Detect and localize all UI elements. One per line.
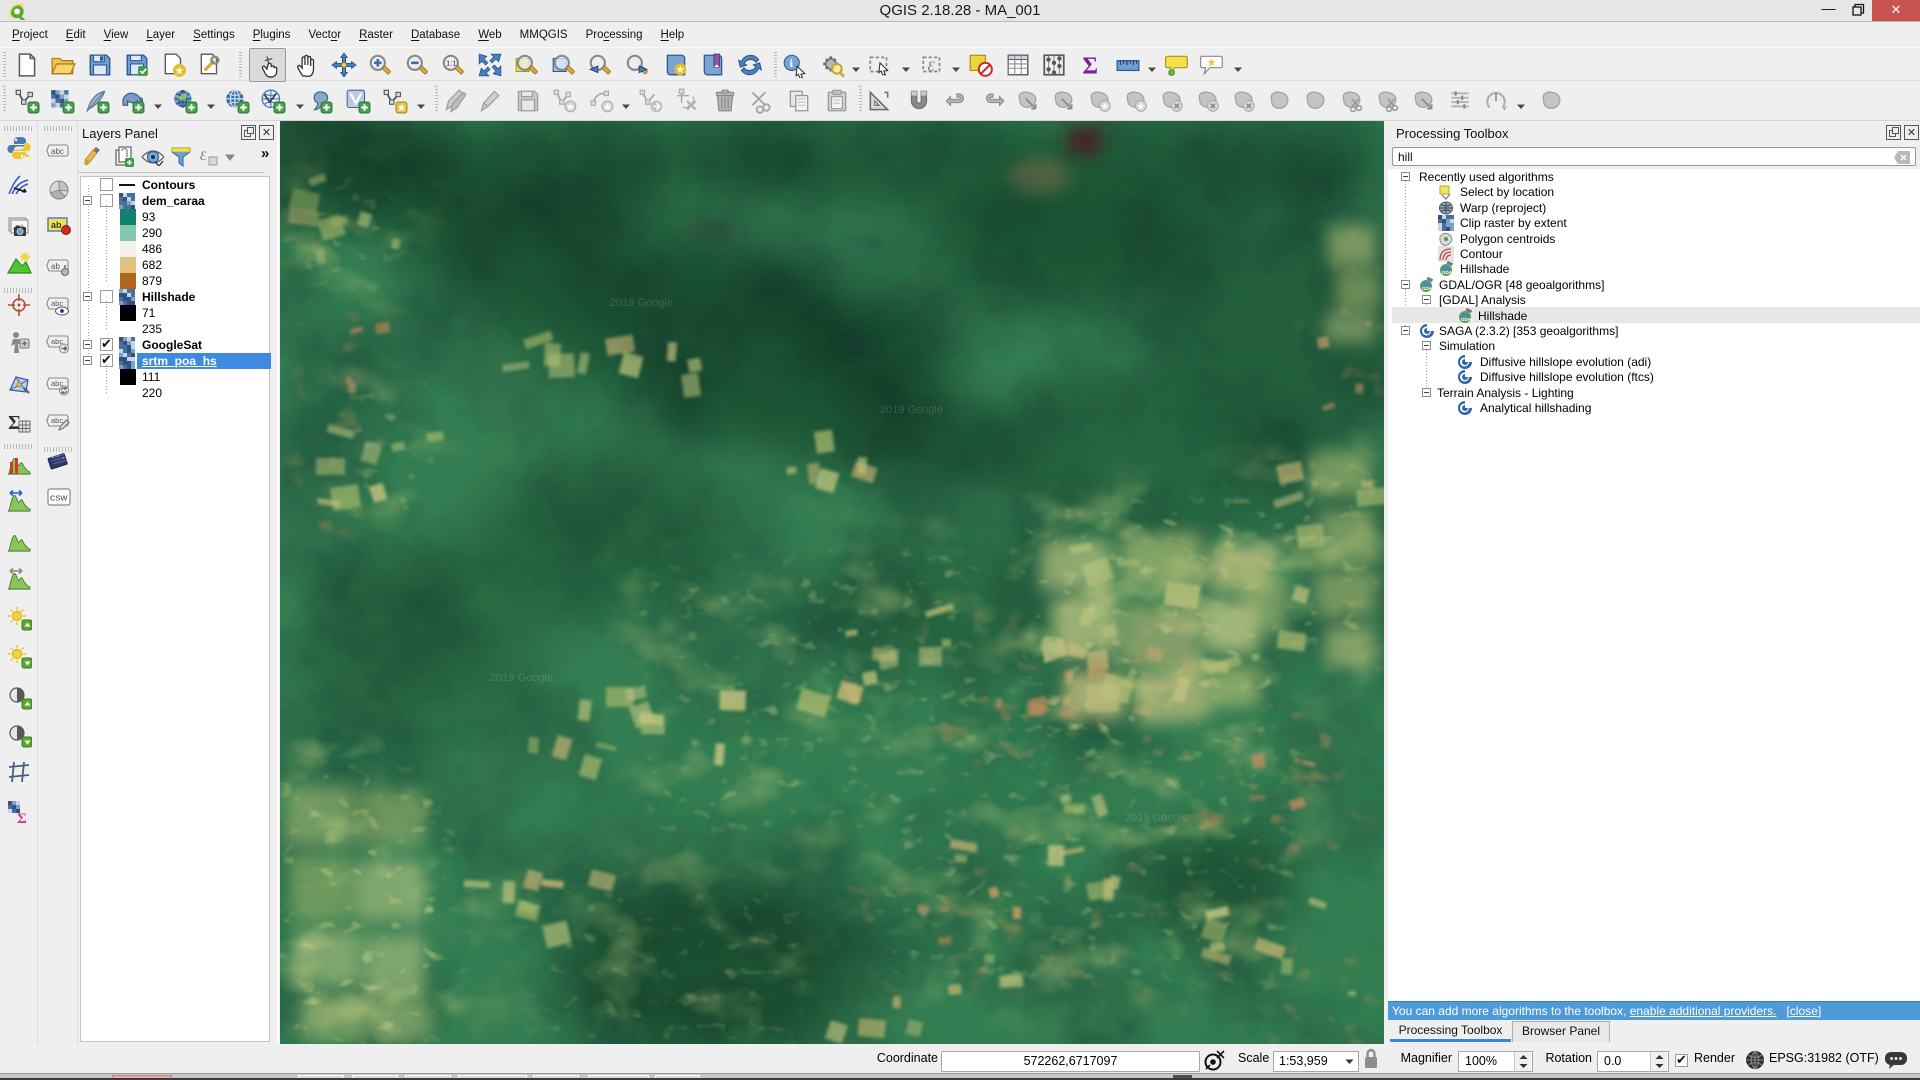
svg-text:2019 Google: 2019 Google xyxy=(880,404,943,416)
svg-text:ab: ab xyxy=(51,220,62,230)
svg-text:Ɛ: Ɛ xyxy=(928,58,935,74)
svg-text:1:1: 1:1 xyxy=(446,59,457,68)
svg-text:Σ: Σ xyxy=(1082,54,1098,78)
svg-text:ab: ab xyxy=(51,262,60,271)
svg-text:GDAL: GDAL xyxy=(1461,317,1473,322)
svg-text:GDAL: GDAL xyxy=(1422,286,1434,291)
svg-text:2019 Google: 2019 Google xyxy=(610,297,673,309)
svg-text:abc: abc xyxy=(51,147,64,156)
svg-text:2019 Google: 2019 Google xyxy=(490,672,553,684)
svg-text:CSW: CSW xyxy=(50,494,68,503)
svg-text:Σ: Σ xyxy=(17,811,27,825)
svg-text:2019 Google: 2019 Google xyxy=(1125,812,1188,824)
svg-text:abc: abc xyxy=(51,416,63,425)
svg-text:GDAL: GDAL xyxy=(1442,270,1454,275)
svg-text:Ɛ: Ɛ xyxy=(200,148,207,163)
